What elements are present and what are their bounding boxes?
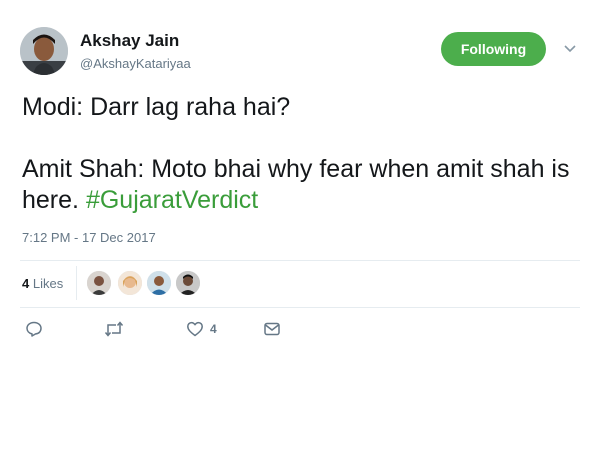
more-options-button[interactable] xyxy=(562,42,578,56)
retweet-button[interactable] xyxy=(104,320,124,338)
chevron-down-icon xyxy=(564,45,576,53)
liker-avatar[interactable] xyxy=(146,270,172,296)
direct-message-icon xyxy=(264,322,280,336)
tweet-timestamp[interactable]: 7:12 PM - 17 Dec 2017 xyxy=(22,230,156,245)
liker-avatar[interactable] xyxy=(117,270,143,296)
liker-avatar[interactable] xyxy=(86,270,112,296)
like-count: 4 xyxy=(210,322,217,336)
direct-message-button[interactable] xyxy=(263,320,281,338)
divider xyxy=(76,266,77,300)
author-name[interactable]: Akshay Jain xyxy=(80,31,179,51)
heart-icon xyxy=(187,321,203,337)
like-button[interactable]: 4 xyxy=(186,320,217,338)
divider xyxy=(20,307,580,308)
liker-avatar[interactable] xyxy=(175,270,201,296)
tweet-text: Modi: Darr lag raha hai? Amit Shah: Moto… xyxy=(22,92,572,216)
likes-stat[interactable]: 4 Likes xyxy=(22,276,63,291)
hashtag-link[interactable]: #GujaratVerdict xyxy=(86,186,258,214)
reply-button[interactable] xyxy=(25,320,43,338)
tweet-line-1: Modi: Darr lag raha hai? xyxy=(22,93,291,121)
likes-count: 4 xyxy=(22,276,30,291)
author-avatar[interactable] xyxy=(20,27,68,75)
following-button[interactable]: Following xyxy=(441,32,546,66)
author-handle[interactable]: @AkshayKatariyaa xyxy=(80,56,191,71)
divider xyxy=(20,260,580,261)
retweet-icon xyxy=(104,321,124,337)
likes-label: Likes xyxy=(32,276,64,291)
reply-icon xyxy=(26,321,42,337)
